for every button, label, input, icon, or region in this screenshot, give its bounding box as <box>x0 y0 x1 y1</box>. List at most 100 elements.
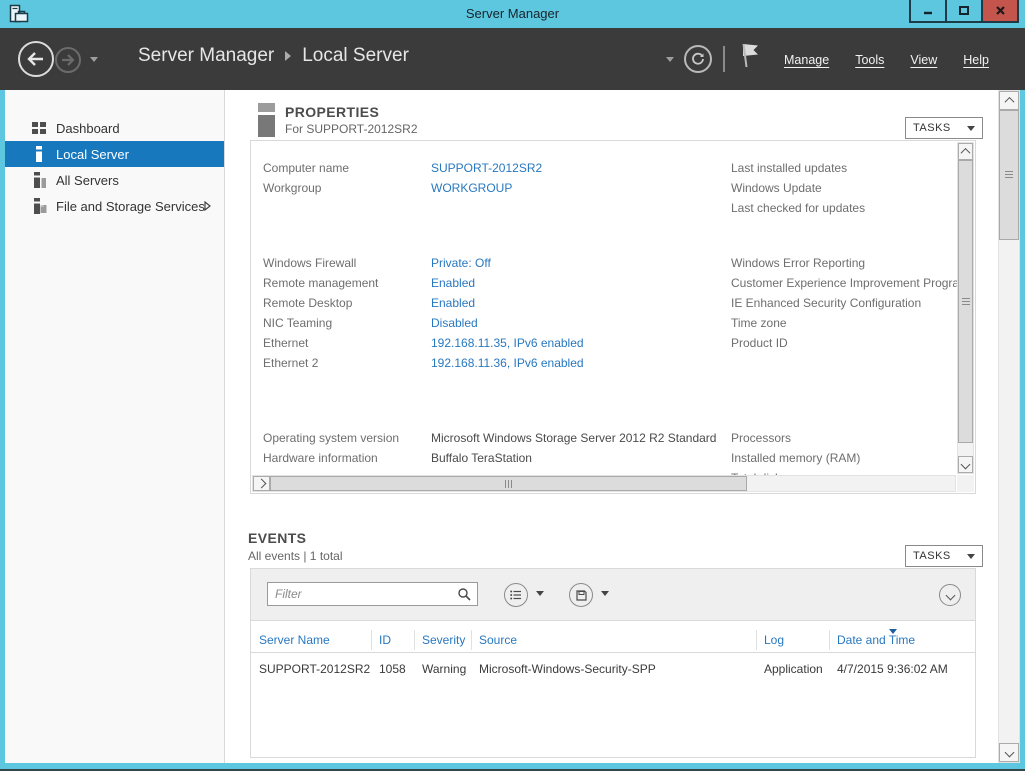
tasks-button-label: TASKS <box>913 550 951 562</box>
property-value[interactable]: Enabled <box>431 293 475 313</box>
sidebar-item-local-server[interactable]: Local Server <box>5 141 224 167</box>
scroll-down-button[interactable] <box>999 743 1019 762</box>
property-value[interactable]: 192.168.11.36, IPv6 enabled <box>431 353 584 373</box>
event-date-time: 4/7/2015 9:36:02 AM <box>837 652 948 686</box>
column-header-log[interactable]: Log <box>764 628 784 652</box>
property-value[interactable]: WORKGROUP <box>431 178 512 198</box>
toolbar-divider <box>723 46 725 72</box>
property-label: Ethernet <box>251 333 431 353</box>
list-icon <box>510 590 522 600</box>
column-header-source[interactable]: Source <box>479 628 517 652</box>
property-label: Last installed updates <box>731 158 957 178</box>
scroll-right-button[interactable] <box>253 476 270 491</box>
sidebar-item-label: Local Server <box>56 147 129 162</box>
sidebar-item-file-storage-services[interactable]: File and Storage Services <box>5 193 224 219</box>
property-label: Time zone <box>731 313 957 333</box>
menu-item[interactable]: View <box>910 53 937 67</box>
property-label: Ethernet 2 <box>251 353 431 373</box>
properties-right-group-config: Windows Error ReportingCustomer Experien… <box>731 253 957 353</box>
breadcrumb-root[interactable]: Server Manager <box>138 45 274 67</box>
minimize-button[interactable] <box>909 0 947 23</box>
sort-descending-icon <box>889 629 897 634</box>
dashboard-grid-icon <box>31 120 47 136</box>
tasks-caret-icon <box>967 554 975 559</box>
properties-horizontal-scrollbar[interactable] <box>252 475 956 492</box>
scrollbar-thumb[interactable] <box>270 476 747 491</box>
filter-list-button[interactable] <box>504 583 528 607</box>
property-value[interactable]: 192.168.11.35, IPv6 enabled <box>431 333 584 353</box>
main-vertical-scrollbar[interactable] <box>998 90 1020 763</box>
navigation-bar: Server Manager Local Server Manage Tools… <box>0 28 1025 90</box>
sidebar-item-label: File and Storage Services <box>56 199 205 214</box>
property-row: NIC Teaming Disabled <box>251 313 711 333</box>
filter-list-caret-icon[interactable] <box>536 591 544 596</box>
collapse-panel-button[interactable] <box>939 584 961 606</box>
event-id: 1058 <box>379 652 406 686</box>
chevron-up-icon <box>1004 97 1014 107</box>
events-title: EVENTS <box>248 530 306 546</box>
property-value[interactable]: Buffalo TeraStation <box>431 448 532 468</box>
scrollbar-thumb[interactable] <box>999 110 1019 240</box>
properties-group-computer: Computer name SUPPORT-2012SR2 Workgroup … <box>251 158 711 198</box>
column-divider <box>414 630 415 650</box>
column-divider <box>371 630 372 650</box>
property-row: Hardware information Buffalo TeraStation <box>251 448 711 468</box>
maximize-button[interactable] <box>945 0 983 23</box>
properties-panel: Computer name SUPPORT-2012SR2 Workgroup … <box>250 140 976 494</box>
titlebar: Server Manager <box>0 0 1025 28</box>
save-query-caret-icon[interactable] <box>601 591 609 596</box>
column-header-date-time[interactable]: Date and Time <box>837 628 915 652</box>
notifications-flag-icon[interactable] <box>739 42 761 68</box>
events-subtitle: All events | 1 total <box>248 549 343 563</box>
content-pane: PROPERTIES For SUPPORT-2012SR2 TASKS Com… <box>225 90 998 763</box>
property-value[interactable]: Enabled <box>431 273 475 293</box>
close-button[interactable] <box>981 0 1019 23</box>
refresh-icon <box>691 52 705 66</box>
refresh-button[interactable] <box>684 45 712 73</box>
back-button[interactable] <box>18 41 54 77</box>
filter-input[interactable] <box>268 583 477 605</box>
column-header-server-name[interactable]: Server Name <box>259 628 330 652</box>
search-icon <box>457 587 472 602</box>
properties-vertical-scrollbar[interactable] <box>957 142 974 474</box>
forward-button-disabled[interactable] <box>55 47 81 73</box>
scrollbar-grip-icon <box>1005 171 1013 179</box>
scrollbar-corner <box>957 475 974 492</box>
menu-item[interactable]: Help <box>963 53 989 67</box>
property-label: Windows Firewall <box>251 253 431 273</box>
events-tasks-button[interactable]: TASKS <box>905 545 983 567</box>
scroll-up-button[interactable] <box>958 143 973 160</box>
menu-item[interactable]: Tools <box>855 53 884 67</box>
column-header-severity[interactable]: Severity <box>422 628 465 652</box>
property-label: Last checked for updates <box>731 198 957 218</box>
properties-tasks-button[interactable]: TASKS <box>905 117 983 139</box>
property-row: Remote Desktop Enabled <box>251 293 711 313</box>
event-table-row[interactable]: SUPPORT-2012SR2 1058 Warning Microsoft-W… <box>251 652 975 686</box>
sidebar-item-dashboard[interactable]: Dashboard <box>5 115 224 141</box>
scroll-up-button[interactable] <box>999 91 1019 110</box>
save-icon <box>576 590 587 601</box>
scope-dropdown-caret-icon[interactable] <box>666 57 674 62</box>
property-value[interactable]: SUPPORT-2012SR2 <box>431 158 542 178</box>
property-label: IE Enhanced Security Configuration <box>731 293 957 313</box>
back-arrow-icon <box>27 52 45 66</box>
property-value[interactable]: Microsoft Windows Storage Server 2012 R2… <box>431 428 716 448</box>
scrollbar-thumb[interactable] <box>958 160 973 443</box>
column-header-id[interactable]: ID <box>379 628 391 652</box>
sidebar-item-all-servers[interactable]: All Servers <box>5 167 224 193</box>
history-dropdown-caret-icon[interactable] <box>90 57 98 62</box>
menu-item[interactable]: Manage <box>784 53 829 67</box>
event-server-name: SUPPORT-2012SR2 <box>259 652 370 686</box>
property-label: Remote Desktop <box>251 293 431 313</box>
column-divider <box>829 630 830 650</box>
property-row: Ethernet 192.168.11.35, IPv6 enabled <box>251 333 711 353</box>
server-manager-window: Server Manager Server Manage <box>0 0 1025 771</box>
property-value[interactable]: Disabled <box>431 313 478 333</box>
scroll-down-button[interactable] <box>958 456 973 473</box>
save-query-button[interactable] <box>569 583 593 607</box>
server-icon <box>31 146 47 162</box>
filter-field[interactable] <box>267 582 478 606</box>
property-value[interactable]: Private: Off <box>431 253 491 273</box>
properties-group-system: Operating system version Microsoft Windo… <box>251 428 711 468</box>
menu-bar: Manage Tools View Help <box>784 53 989 67</box>
